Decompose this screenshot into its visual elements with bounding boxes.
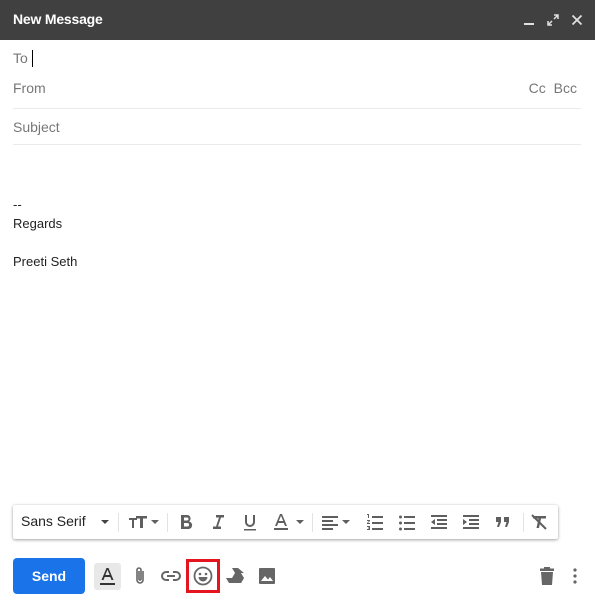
toolbar-divider [523, 513, 524, 532]
indent-more-icon[interactable] [461, 512, 481, 532]
more-options-icon[interactable] [563, 564, 587, 588]
indent-less-icon[interactable] [429, 512, 449, 532]
toolbar-divider [118, 513, 119, 532]
font-dropdown-icon[interactable] [101, 520, 109, 524]
bulleted-list-icon[interactable] [397, 512, 417, 532]
signature-name: Preeti Seth [13, 254, 78, 269]
subject-field[interactable]: Subject [13, 109, 581, 145]
signature-line: Regards [13, 216, 63, 231]
fullscreen-icon[interactable] [545, 12, 561, 28]
toolbar-divider [167, 513, 168, 532]
from-field[interactable]: From Cc Bcc [13, 70, 581, 109]
close-icon[interactable] [569, 12, 585, 28]
underline-icon[interactable] [241, 512, 259, 532]
google-drive-icon[interactable] [223, 564, 247, 588]
align-icon[interactable] [320, 512, 354, 532]
text-cursor [32, 50, 33, 67]
signature-separator: -- [13, 197, 22, 212]
minimize-icon[interactable] [521, 12, 537, 28]
attach-file-icon[interactable] [128, 564, 152, 588]
numbered-list-icon[interactable] [365, 512, 385, 532]
signature-blank [13, 233, 77, 252]
window-title: New Message [13, 11, 103, 27]
font-family-select[interactable]: Sans Serif [21, 513, 86, 529]
compose-title-bar[interactable]: New Message [0, 0, 595, 40]
toolbar-divider [312, 513, 313, 532]
italic-icon[interactable] [209, 512, 227, 532]
formatting-options-icon[interactable] [94, 563, 121, 590]
text-color-icon[interactable] [272, 512, 306, 532]
quote-icon[interactable] [493, 512, 513, 532]
remove-formatting-icon[interactable] [529, 512, 549, 532]
send-button[interactable]: Send [13, 558, 85, 594]
from-label: From [13, 80, 46, 96]
message-body[interactable]: -- Regards Preeti Seth [13, 195, 77, 271]
insert-link-icon[interactable] [159, 564, 183, 588]
insert-photo-icon[interactable] [255, 564, 279, 588]
compose-action-bar: Send [0, 555, 595, 600]
bold-icon[interactable] [177, 512, 195, 532]
cc-link[interactable]: Cc [529, 80, 546, 96]
cc-bcc-links: Cc Bcc [525, 80, 577, 96]
text-size-icon[interactable] [127, 512, 161, 532]
formatting-toolbar: Sans Serif [13, 505, 558, 539]
bcc-link[interactable]: Bcc [554, 80, 577, 96]
to-label: To [13, 50, 28, 66]
discard-draft-icon[interactable] [535, 564, 559, 588]
subject-placeholder: Subject [13, 119, 60, 135]
insert-emoji-icon[interactable] [191, 564, 215, 588]
